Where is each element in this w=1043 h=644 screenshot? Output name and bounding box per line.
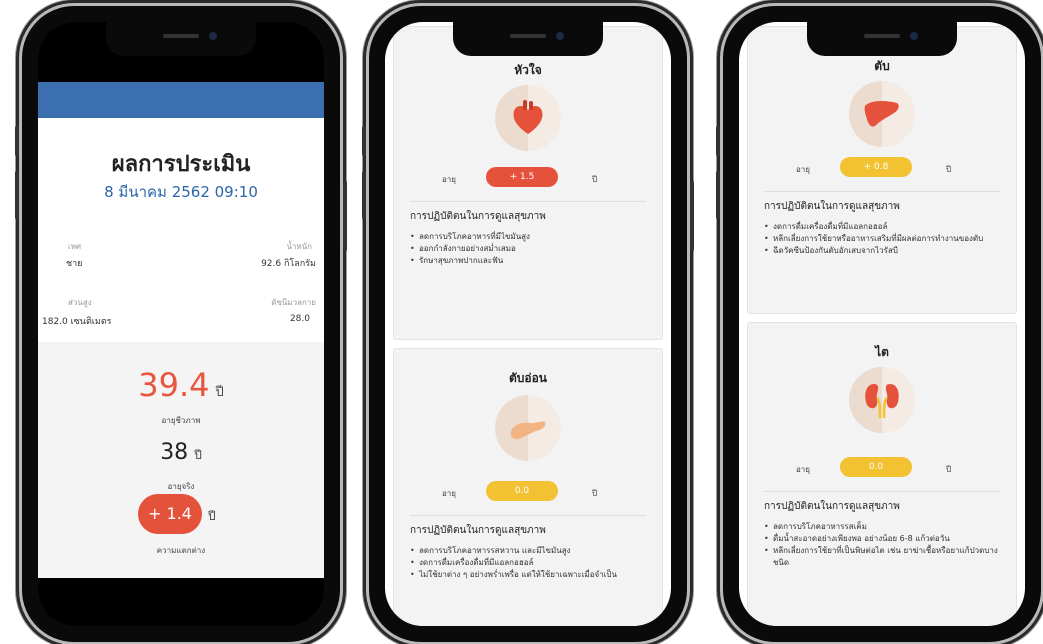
screen: หัวใจ อายุ + 1.5 ปี การปฏิบัติตนในการดูแ… [385, 22, 671, 626]
side-button [362, 171, 366, 219]
assessment-date: 8 มีนาคม 2562 09:10 [104, 183, 258, 201]
list-item: ดื่มน้ำสะอาดอย่างเพียงพอ อย่างน้อย 6-8 แ… [764, 533, 1002, 545]
organ-card-heart[interactable]: หัวใจ อายุ + 1.5 ปี การปฏิบัติตนในการดูแ… [393, 26, 663, 340]
list-item: ลดการบริโภคอาหารรสหวาน และมีไขมันสูง [410, 545, 648, 557]
real-age-label: อายุจริง [167, 482, 195, 491]
side-button [716, 126, 720, 156]
side-button [362, 126, 366, 156]
age-summary-card: 39.4 ปี อายุชีวภาพ 38 ปี อายุจริง + 1.4 ปี… [38, 342, 324, 578]
bio-age-value: 39.4 ปี [138, 366, 224, 404]
notch [453, 22, 603, 56]
side-button [343, 181, 347, 251]
kidney-icon [849, 367, 915, 433]
phone-organs-1: หัวใจ อายุ + 1.5 ปี การปฏิบัติตนในการดูแ… [362, 6, 694, 642]
age-diff-badge: + 0.8 [840, 157, 912, 177]
list-item: ออกกำลังกายอย่างสม่ำเสมอ [410, 243, 648, 255]
heart-icon [495, 85, 561, 151]
care-list: ลดการบริโภคอาหารที่มีไขมันสูง ออกกำลังกา… [410, 231, 648, 267]
organ-title: ตับอ่อน [508, 371, 548, 385]
list-item: รักษาสุขภาพปากและฟัน [410, 255, 648, 267]
organ-card-kidney[interactable]: ไต อายุ 0.0 ปี การปฏิบัติตนในการดูแลสุขภ… [747, 322, 1017, 626]
screen: ผลการประเมิน 8 มีนาคม 2562 09:10 เพศ ชาย… [38, 22, 324, 626]
care-section-title: การปฏิบัติตนในการดูแลสุขภาพ [410, 525, 546, 536]
organ-card-pancreas[interactable]: ตับอ่อน อายุ 0.0 ปี การปฏิบัติตนในการดูแ… [393, 348, 663, 626]
phone-summary: ผลการประเมิน 8 มีนาคม 2562 09:10 เพศ ชาย… [15, 6, 347, 642]
age-unit: ปี [592, 489, 598, 498]
care-section-title: การปฏิบัติตนในการดูแลสุขภาพ [764, 201, 900, 212]
sex-value: ชาย [66, 259, 83, 269]
organ-title: ตับ [874, 59, 890, 73]
difference-label: ความแตกต่าง [156, 546, 206, 555]
age-unit: ปี [946, 165, 952, 174]
height-label: ส่วนสูง [68, 298, 92, 307]
difference-badge: + 1.4 [138, 494, 202, 534]
weight-value: 92.6 กิโลกรัม [261, 259, 316, 269]
side-button [15, 171, 19, 219]
side-button [15, 126, 19, 156]
divider [410, 515, 646, 516]
divider [764, 191, 1000, 192]
age-label: อายุ [442, 175, 456, 184]
bmi-label: ดัชนีมวลกาย [271, 298, 316, 307]
list-item: หลีกเลี่ยงการใช้ยาที่เป็นพิษต่อไต เช่น ย… [764, 545, 1002, 569]
liver-icon [849, 81, 915, 147]
page-title: ผลการประเมิน [111, 152, 251, 177]
header-bar [38, 82, 324, 118]
age-unit: ปี [946, 465, 952, 474]
bmi-value: 28.0 [289, 314, 310, 324]
height-value: 182.0 เซนติเมตร [42, 317, 112, 327]
age-label: อายุ [796, 165, 810, 174]
divider [410, 201, 646, 202]
age-label: อายุ [442, 489, 456, 498]
assessment-info-card: ผลการประเมิน 8 มีนาคม 2562 09:10 เพศ ชาย… [38, 118, 324, 342]
list-item: ลดการบริโภคอาหารรสเค็ม [764, 521, 1002, 533]
care-list: ลดการบริโภคอาหารรสหวาน และมีไขมันสูง งดก… [410, 545, 648, 581]
pancreas-icon [495, 395, 561, 461]
sex-label: เพศ [68, 242, 82, 251]
list-item: หลีกเลี่ยงการใช้ยาหรืออาหารเสริมที่มีผลต… [764, 233, 1002, 245]
side-button [690, 181, 694, 251]
organ-title: หัวใจ [514, 63, 542, 77]
list-item: งดการดื่มเครื่องดื่มที่มีแอลกอฮอล์ [764, 221, 1002, 233]
screen: ตับ อายุ + 0.8 ปี การปฏิบัติตนในการดูแลส… [739, 22, 1025, 626]
age-unit: ปี [592, 175, 598, 184]
real-age-value: 38 ปี [160, 440, 202, 465]
list-item: งดการดื่มเครื่องดื่มที่มีแอลกอฮอล์ [410, 557, 648, 569]
difference-unit: ปี [208, 509, 216, 523]
age-diff-badge: 0.0 [486, 481, 558, 501]
organ-card-liver[interactable]: ตับ อายุ + 0.8 ปี การปฏิบัติตนในการดูแลส… [747, 26, 1017, 314]
side-button [716, 171, 720, 219]
age-label: อายุ [796, 465, 810, 474]
list-item: ลดการบริโภคอาหารที่มีไขมันสูง [410, 231, 648, 243]
notch [106, 22, 256, 56]
list-item: ฉีดวัคซีนป้องกันตับอักเสบจากไวรัสบี [764, 245, 1002, 257]
phone-organs-2: ตับ อายุ + 0.8 ปี การปฏิบัติตนในการดูแลส… [716, 6, 1041, 642]
divider [764, 491, 1000, 492]
age-diff-badge: + 1.5 [486, 167, 558, 187]
weight-label: น้ำหนัก [286, 242, 312, 251]
care-list: ลดการบริโภคอาหารรสเค็ม ดื่มน้ำสะอาดอย่าง… [764, 521, 1002, 569]
list-item: ไม่ใช้ยาต่าง ๆ อย่างพร่ำเพรื่อ แต่ให้ใช้… [410, 569, 648, 581]
organ-title: ไต [875, 345, 889, 359]
age-diff-badge: 0.0 [840, 457, 912, 477]
care-section-title: การปฏิบัติตนในการดูแลสุขภาพ [764, 501, 900, 512]
care-section-title: การปฏิบัติตนในการดูแลสุขภาพ [410, 211, 546, 222]
care-list: งดการดื่มเครื่องดื่มที่มีแอลกอฮอล์ หลีกเ… [764, 221, 1002, 257]
notch [807, 22, 957, 56]
bio-age-label: อายุชีวภาพ [161, 416, 201, 425]
